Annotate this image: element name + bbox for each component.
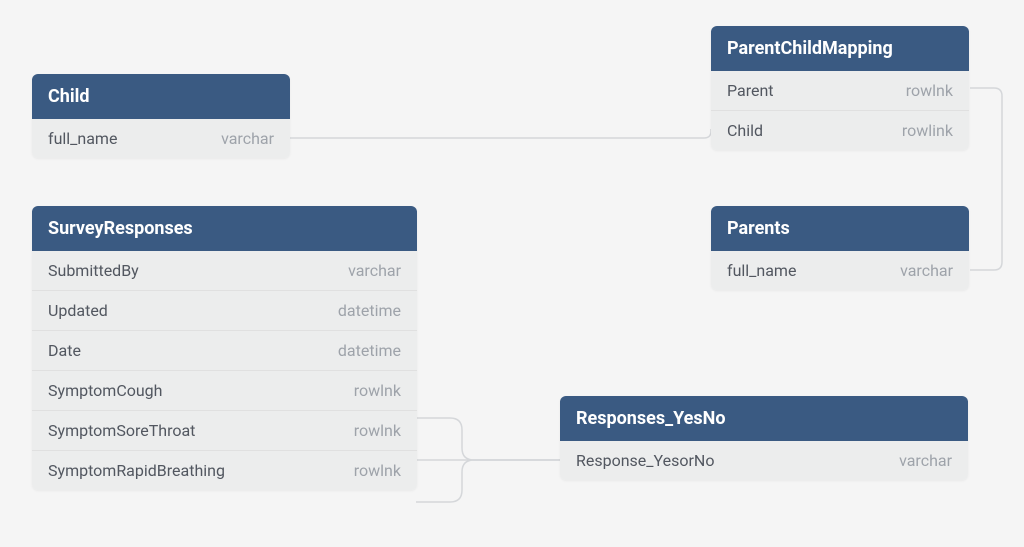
column-name: Response_YesorNo — [576, 451, 714, 470]
column-type: varchar — [899, 451, 952, 470]
table-child[interactable]: Child full_name varchar — [32, 74, 290, 158]
table-title: ParentChildMapping — [727, 38, 893, 59]
column-type: varchar — [221, 129, 274, 148]
table-row[interactable]: SubmittedBy varchar — [32, 251, 417, 291]
table-parents[interactable]: Parents full_name varchar — [711, 206, 969, 290]
table-row[interactable]: SymptomCough rowlnk — [32, 371, 417, 411]
column-name: Parent — [727, 81, 774, 100]
table-header: Responses_YesNo — [560, 396, 968, 441]
column-type: varchar — [900, 261, 953, 280]
table-row[interactable]: Date datetime — [32, 331, 417, 371]
table-responses-yesno[interactable]: Responses_YesNo Response_YesorNo varchar — [560, 396, 968, 480]
column-name: SymptomRapidBreathing — [48, 461, 225, 480]
table-title: Responses_YesNo — [576, 408, 726, 429]
column-name: SymptomSoreThroat — [48, 421, 195, 440]
column-name: SymptomCough — [48, 381, 162, 400]
table-row[interactable]: full_name varchar — [32, 119, 290, 158]
table-row[interactable]: Child rowlink — [711, 111, 969, 150]
table-header: SurveyResponses — [32, 206, 417, 251]
table-row[interactable]: SymptomRapidBreathing rowlnk — [32, 451, 417, 490]
table-row[interactable]: Response_YesorNo varchar — [560, 441, 968, 480]
table-title: SurveyResponses — [48, 218, 193, 239]
table-header: ParentChildMapping — [711, 26, 969, 71]
erd-canvas: Child full_name varchar ParentChildMappi… — [0, 0, 1024, 547]
table-row[interactable]: Parent rowlnk — [711, 71, 969, 111]
table-body: full_name varchar — [32, 119, 290, 158]
table-header: Child — [32, 74, 290, 119]
table-header: Parents — [711, 206, 969, 251]
table-surveyresponses[interactable]: SurveyResponses SubmittedBy varchar Upda… — [32, 206, 417, 490]
column-name: Child — [727, 121, 763, 140]
column-type: datetime — [338, 341, 401, 360]
table-body: Parent rowlnk Child rowlink — [711, 71, 969, 150]
column-type: rowlnk — [354, 381, 401, 400]
table-title: Child — [48, 86, 90, 107]
column-type: datetime — [338, 301, 401, 320]
table-body: Response_YesorNo varchar — [560, 441, 968, 480]
column-type: rowlink — [902, 121, 953, 140]
table-row[interactable]: Updated datetime — [32, 291, 417, 331]
table-title: Parents — [727, 218, 790, 239]
column-name: Updated — [48, 301, 108, 320]
table-row[interactable]: SymptomSoreThroat rowlnk — [32, 411, 417, 451]
column-type: rowlnk — [906, 81, 953, 100]
table-body: SubmittedBy varchar Updated datetime Dat… — [32, 251, 417, 490]
column-name: SubmittedBy — [48, 261, 139, 280]
table-body: full_name varchar — [711, 251, 969, 290]
column-name: full_name — [48, 129, 117, 148]
column-name: Date — [48, 341, 81, 360]
table-row[interactable]: full_name varchar — [711, 251, 969, 290]
column-type: rowlnk — [354, 421, 401, 440]
column-type: rowlnk — [354, 461, 401, 480]
table-parentchildmapping[interactable]: ParentChildMapping Parent rowlnk Child r… — [711, 26, 969, 150]
column-name: full_name — [727, 261, 796, 280]
column-type: varchar — [348, 261, 401, 280]
